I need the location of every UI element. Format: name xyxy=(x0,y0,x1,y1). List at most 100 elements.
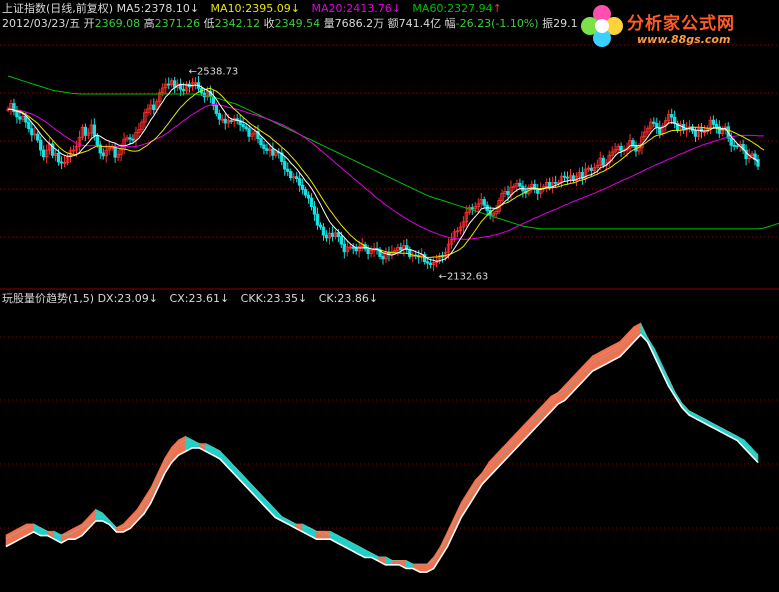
logo-brand: 分析家公式网 xyxy=(627,14,735,34)
logo-url: www.88gs.com xyxy=(637,33,731,46)
ckk-value: 23.35 xyxy=(266,292,299,305)
trend-band xyxy=(240,471,248,489)
change-label: 幅 xyxy=(444,17,456,30)
candle-body xyxy=(214,105,219,114)
cx-arrow: ↓ xyxy=(219,292,230,305)
candle-body xyxy=(18,116,22,120)
candle-body xyxy=(294,176,299,179)
candle-body xyxy=(321,226,326,236)
amplitude-value: 29.1 xyxy=(553,17,578,30)
candle-body xyxy=(729,137,733,146)
candle-body xyxy=(101,152,105,157)
candle-body xyxy=(15,111,19,118)
candle-body xyxy=(181,88,186,92)
amplitude-label: 振 xyxy=(542,17,554,30)
ckk-label: CKK: xyxy=(240,292,267,305)
price-grid xyxy=(0,44,779,238)
candle-body xyxy=(265,148,269,151)
candle-body xyxy=(312,206,317,215)
candle-body xyxy=(324,234,329,239)
candle-body xyxy=(59,161,64,164)
candle-body xyxy=(113,146,117,158)
ck-value: 23.86 xyxy=(337,292,369,305)
candle-body xyxy=(565,176,570,179)
indicator-name: 玩股量价趋势(1,5) xyxy=(2,292,95,305)
candle-body xyxy=(30,128,34,136)
high-label: 高 xyxy=(143,17,155,30)
candle-body xyxy=(315,213,320,226)
ma10-line xyxy=(8,87,765,258)
ma5-line xyxy=(8,84,759,262)
price-annotation: ←2132.63 xyxy=(439,272,489,283)
candle-body xyxy=(229,120,233,123)
low-label: 低 xyxy=(203,17,215,30)
candle-body xyxy=(223,118,227,124)
volume-value: 7686.2万 xyxy=(334,17,385,30)
ma10-arrow: ↓ xyxy=(290,2,300,15)
candle-body xyxy=(735,145,739,148)
candle-body xyxy=(42,149,46,158)
candle-body xyxy=(589,167,594,171)
candle-body xyxy=(693,130,698,137)
change-value: -26.23(-1.10%) xyxy=(455,17,539,30)
candle-body xyxy=(330,232,335,237)
trend-band xyxy=(364,548,372,558)
ck-arrow: ↓ xyxy=(368,292,379,305)
trend-band xyxy=(316,530,324,540)
indicator-header: 玩股量价趋势(1,5) DX:23.09↓ CX:23.61↓ CKK:23.3… xyxy=(2,292,386,305)
candle-body xyxy=(286,168,290,172)
trend-band xyxy=(474,471,483,497)
candle-body xyxy=(318,224,323,228)
candle-body xyxy=(297,178,302,186)
candle-body xyxy=(309,197,314,208)
candle-body xyxy=(172,80,177,88)
candle-body xyxy=(399,247,403,251)
candle-body xyxy=(167,83,171,86)
dx-value: 23.09 xyxy=(117,292,149,305)
ma5-value: 2378.10 xyxy=(144,2,190,15)
date-label: 2012/03/23/五 xyxy=(2,17,81,30)
trend-band xyxy=(226,457,234,475)
candle-body xyxy=(339,236,344,245)
dx-label: DX: xyxy=(97,292,118,305)
candle-body xyxy=(247,128,251,137)
candle-body xyxy=(241,124,245,128)
candle-body xyxy=(306,194,311,199)
candle-body xyxy=(518,182,522,187)
index-name: 上证指数(日线,前复权) xyxy=(2,2,114,15)
trend-band xyxy=(40,527,48,536)
candles xyxy=(6,76,760,272)
candle-body xyxy=(536,189,540,194)
candle-body xyxy=(95,135,99,146)
candle-body xyxy=(425,261,430,264)
trend-band xyxy=(419,563,428,573)
volume-label: 量 xyxy=(323,17,335,30)
candle-body xyxy=(354,248,358,252)
candle-body xyxy=(262,144,266,150)
candle-body xyxy=(39,139,43,151)
candle-body xyxy=(711,119,716,125)
candle-body xyxy=(669,114,674,118)
moving-averages xyxy=(7,75,779,262)
candle-body xyxy=(128,137,132,140)
ma5-arrow: ↓ xyxy=(189,2,200,15)
high-value: 2371.26 xyxy=(154,17,201,30)
candle-body xyxy=(152,104,156,111)
cx-label: CX: xyxy=(169,292,189,305)
trend-band xyxy=(95,508,103,522)
candle-body xyxy=(714,124,719,128)
candle-body xyxy=(506,191,510,196)
trend-band xyxy=(433,544,441,570)
candle-body xyxy=(83,126,88,136)
candle-body xyxy=(381,256,385,260)
ma5-label: MA5: xyxy=(116,2,145,15)
trend-band xyxy=(116,523,124,533)
trend-band xyxy=(191,439,200,449)
candle-body xyxy=(619,145,623,152)
candle-body xyxy=(547,181,552,188)
candle-body xyxy=(553,181,558,184)
candle-body xyxy=(336,232,341,237)
candle-body xyxy=(283,161,287,170)
site-logo: 分析家公式网 www.88gs.com xyxy=(577,0,777,52)
candle-body xyxy=(428,262,433,265)
